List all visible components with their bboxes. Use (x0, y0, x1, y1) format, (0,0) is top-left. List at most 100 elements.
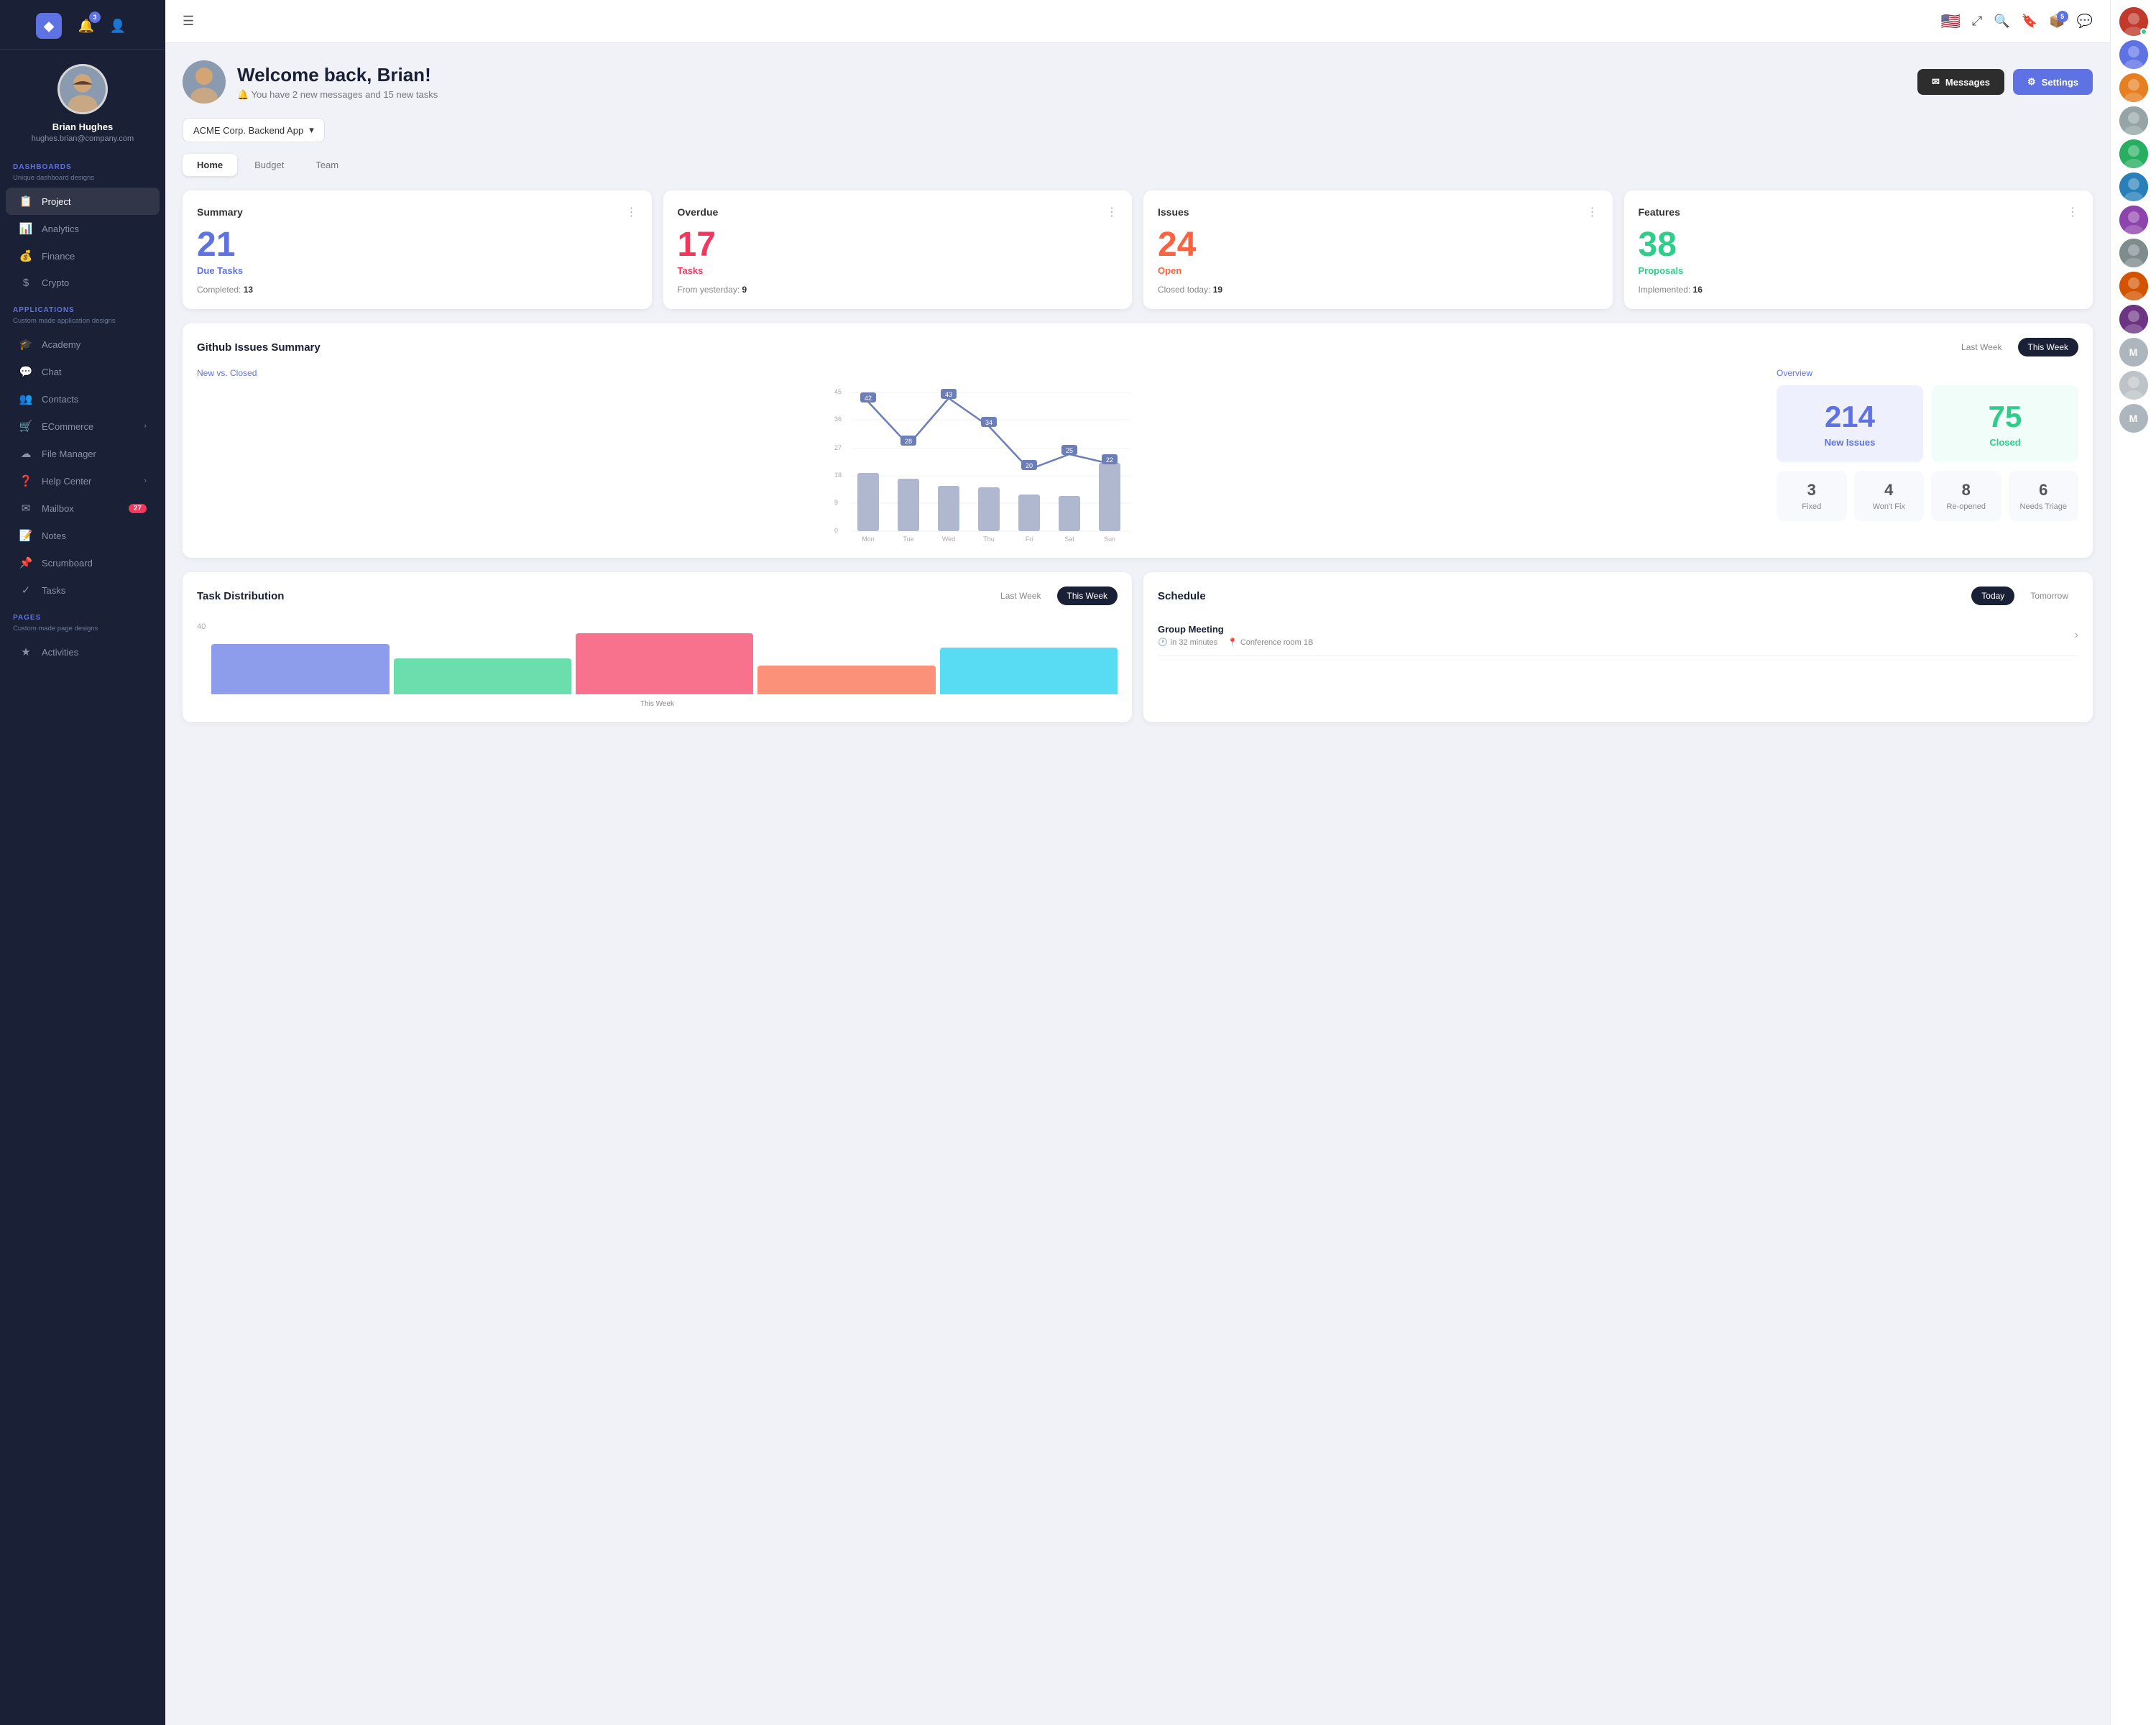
right-avatar-3[interactable] (2119, 106, 2148, 135)
sidebar-item-analytics[interactable]: 📊Analytics (6, 215, 160, 242)
right-avatar-12[interactable]: M (2119, 404, 2148, 433)
project-icon: 📋 (19, 195, 33, 208)
sidebar-item-project[interactable]: 📋Project (6, 188, 160, 215)
closed-number: 75 (1989, 400, 2022, 434)
project-selector[interactable]: ACME Corp. Backend App ▾ (183, 118, 325, 142)
tomorrow-btn[interactable]: Tomorrow (2020, 586, 2078, 605)
this-week-btn[interactable]: This Week (2018, 338, 2078, 356)
right-avatar-5[interactable] (2119, 172, 2148, 201)
scrumboard-icon: 📌 (19, 556, 33, 569)
github-section-header: Github Issues Summary Last Week This Wee… (197, 338, 2078, 356)
chart-area: New vs. Closed 45 36 27 18 9 0 (197, 368, 1762, 543)
nav-item-label: Analytics (42, 224, 79, 234)
right-avatar-8[interactable] (2119, 272, 2148, 300)
sidebar-item-scrumboard[interactable]: 📌Scrumboard (6, 549, 160, 576)
chat-icon[interactable]: 💬 (2077, 14, 2093, 29)
settings-button[interactable]: ⚙ Settings (2013, 69, 2093, 95)
overview-bottom: 3 Fixed 4 Won't Fix 8 Re-opened 6 Needs … (1777, 471, 2078, 521)
finance-icon: 💰 (19, 249, 33, 262)
nav-item-label: Mailbox (42, 503, 74, 514)
tab-budget[interactable]: Budget (240, 154, 298, 176)
task-chart-legend: This Week (197, 700, 1118, 708)
menu-icon[interactable]: ☰ (183, 14, 194, 29)
nav-badge: 27 (129, 504, 147, 513)
nav-item-label: Academy (42, 339, 80, 350)
notification-button[interactable]: 🔔 3 (75, 14, 98, 37)
right-avatar-11[interactable] (2119, 371, 2148, 400)
card-menu-icon[interactable]: ⋮ (626, 205, 637, 219)
event-meta: 🕐 in 32 minutes 📍 Conference room 1B (1158, 638, 1313, 647)
sidebar-item-crypto[interactable]: $Crypto (6, 270, 160, 296)
bookmark-icon[interactable]: 🔖 (2022, 14, 2037, 29)
profile-button[interactable]: 👤 (106, 14, 129, 37)
flag-icon[interactable]: 🇺🇸 (1941, 12, 1961, 31)
sidebar-item-file-manager[interactable]: ☁ File Manager (6, 440, 160, 467)
sidebar-item-activities[interactable]: ★Activities (6, 638, 160, 666)
card-menu-icon[interactable]: ⋮ (1587, 205, 1598, 219)
card-header: Overdue ⋮ (678, 205, 1118, 219)
mini-stat-number: 8 (1941, 481, 1991, 500)
messages-button[interactable]: ✉ Messages (1917, 69, 2004, 95)
nav-section-sublabel: Custom made application designs (0, 317, 165, 331)
nav-item-label: File Manager (42, 448, 96, 459)
mini-stat-label: Re-opened (1941, 502, 1991, 511)
sidebar-item-mailbox[interactable]: ✉Mailbox27 (6, 494, 160, 522)
event-location-meta: 📍 Conference room 1B (1227, 638, 1313, 647)
avatar-image (2119, 239, 2148, 267)
logo-icon[interactable]: ◆ (36, 13, 62, 39)
card-menu-icon[interactable]: ⋮ (2067, 205, 2078, 219)
right-avatar-10[interactable]: M (2119, 338, 2148, 367)
right-avatar-4[interactable] (2119, 139, 2148, 168)
last-week-btn[interactable]: Last Week (1951, 338, 2012, 356)
sidebar-item-finance[interactable]: 💰Finance (6, 242, 160, 270)
search-icon[interactable]: 🔍 (1994, 14, 2009, 29)
github-section: Github Issues Summary Last Week This Wee… (183, 323, 2093, 558)
fullscreen-icon[interactable]: ⤢ (1972, 14, 1982, 29)
gear-icon: ⚙ (2027, 76, 2036, 88)
summary-card-overdue: Overdue ⋮ 17 Tasks From yesterday: 9 (663, 190, 1133, 309)
mini-stat-won't-fix: 4 Won't Fix (1854, 471, 1925, 521)
sidebar-item-contacts[interactable]: 👥Contacts (6, 385, 160, 413)
right-sidebar: M M (2110, 0, 2156, 1725)
task-last-week-btn[interactable]: Last Week (990, 586, 1051, 605)
cart-badge: 5 (2057, 11, 2068, 22)
right-avatar-0[interactable] (2119, 7, 2148, 36)
svg-text:25: 25 (1066, 447, 1073, 454)
online-indicator (2140, 28, 2147, 35)
card-number: 24 (1158, 228, 1598, 262)
file manager-icon: ☁ (19, 447, 33, 460)
overview-label: Overview (1777, 368, 2078, 378)
tab-home[interactable]: Home (183, 154, 237, 176)
card-menu-icon[interactable]: ⋮ (1106, 205, 1118, 219)
right-avatar-7[interactable] (2119, 239, 2148, 267)
card-label: Tasks (678, 265, 1118, 276)
sidebar-item-academy[interactable]: 🎓Academy (6, 331, 160, 358)
svg-text:20: 20 (1026, 462, 1033, 469)
right-avatar-1[interactable] (2119, 40, 2148, 69)
card-sub: Implemented: 16 (1639, 285, 2079, 295)
task-chart-header: Task Distribution Last Week This Week (197, 586, 1118, 605)
schedule-arrow-icon[interactable]: › (2075, 629, 2078, 642)
today-btn[interactable]: Today (1971, 586, 2014, 605)
sidebar-item-ecommerce[interactable]: 🛒ECommerce› (6, 413, 160, 440)
task-this-week-btn[interactable]: This Week (1057, 586, 1118, 605)
right-avatar-2[interactable] (2119, 73, 2148, 102)
notification-badge: 3 (89, 12, 101, 23)
sidebar-item-help-center[interactable]: ❓Help Center› (6, 467, 160, 494)
summary-card-issues: Issues ⋮ 24 Open Closed today: 19 (1143, 190, 1613, 309)
avatar-image (2119, 305, 2148, 334)
svg-text:36: 36 (834, 415, 842, 423)
card-label: Due Tasks (197, 265, 637, 276)
sidebar-item-chat[interactable]: 💬Chat (6, 358, 160, 385)
card-title: Issues (1158, 206, 1189, 218)
nav-item-label: Contacts (42, 394, 78, 405)
nav-arrow-icon: › (144, 477, 147, 485)
nav-item-label: ECommerce (42, 421, 93, 432)
tab-team[interactable]: Team (301, 154, 353, 176)
right-avatar-9[interactable] (2119, 305, 2148, 334)
mini-stat-label: Won't Fix (1864, 502, 1915, 511)
sidebar-item-tasks[interactable]: ✓Tasks (6, 576, 160, 604)
schedule-item: Group Meeting 🕐 in 32 minutes 📍 Conferen… (1158, 615, 2078, 656)
sidebar-item-notes[interactable]: 📝Notes (6, 522, 160, 549)
right-avatar-6[interactable] (2119, 206, 2148, 234)
